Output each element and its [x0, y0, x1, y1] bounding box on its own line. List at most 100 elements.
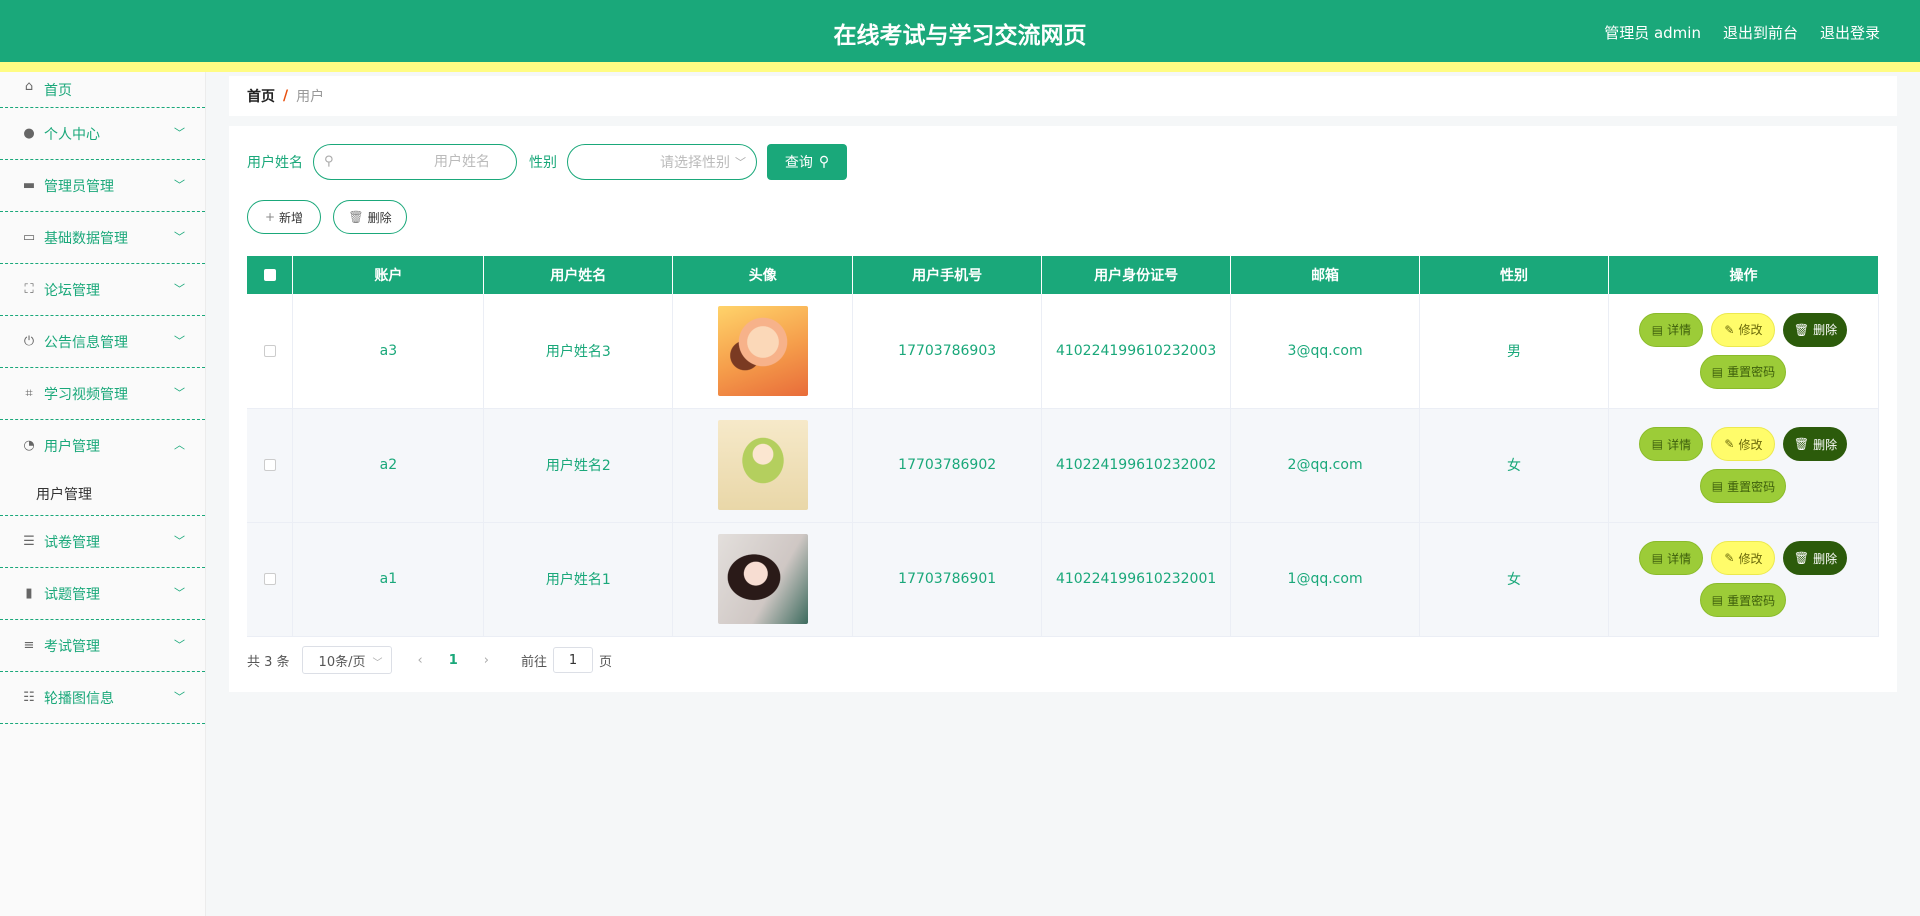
sidebar-item-label: 论坛管理 [44, 282, 100, 299]
header-links: 管理员 admin 退出到前台 退出登录 [1604, 22, 1880, 43]
sidebar-item-home[interactable]: ⌂ 首页 [0, 72, 205, 108]
row-checkbox[interactable] [263, 459, 276, 471]
admin-user-label[interactable]: 管理员 admin [1604, 22, 1701, 43]
delete-button[interactable]: 🗑 删除 [1783, 427, 1848, 461]
next-page-button[interactable]: › [484, 653, 489, 668]
col-phone: 用户手机号 [852, 256, 1043, 294]
chevron-down-icon: ﹀ [174, 689, 185, 703]
gender-select[interactable]: 请选择性别 ﹀ [567, 144, 757, 180]
row-select-cell [247, 294, 294, 409]
row-checkbox[interactable] [263, 573, 276, 585]
sidebar-item-carousel[interactable]: ☷ 轮播图信息 ﹀ [0, 672, 205, 724]
col-gender: 性别 [1419, 256, 1609, 294]
select-all-checkbox[interactable] [263, 269, 276, 281]
sidebar-item-admin-management[interactable]: ▬ 管理员管理 ﹀ [0, 160, 205, 212]
sidebar-item-notice[interactable]: ⏻ 公告信息管理 ﹀ [0, 316, 205, 368]
bar-chart-icon: ▮ [25, 585, 33, 601]
goto-page-input[interactable] [553, 647, 594, 673]
sidebar-item-label: 基础数据管理 [44, 230, 128, 247]
detail-button[interactable]: ▤ 详情 [1639, 541, 1704, 575]
detail-button[interactable]: ▤ 详情 [1639, 427, 1704, 461]
exit-to-front-link[interactable]: 退出到前台 [1723, 22, 1798, 43]
page-size-select[interactable]: 10条/页 ﹀ [301, 646, 392, 674]
edit-label: 修改 [1738, 437, 1763, 452]
user-icon: ● [23, 125, 35, 141]
batch-delete-button[interactable]: 🗑 删除 [333, 200, 407, 234]
avatar[interactable] [717, 305, 808, 396]
sidebar-item-exam[interactable]: ≡ 考试管理 ﹀ [0, 620, 205, 672]
main-card: 用户姓名 ⚲ 性别 请选择性别 ﹀ 查询 ⚲ + 新增 🗑 删除 账户 [229, 126, 1897, 692]
sidebar-item-label: 轮播图信息 [44, 690, 114, 707]
sidebar-item-label: 首页 [44, 83, 72, 99]
sidebar-item-question[interactable]: ▮ 试题管理 ﹀ [0, 568, 205, 620]
avatar-cell [672, 294, 854, 409]
breadcrumb-home[interactable]: 首页 [247, 86, 275, 106]
actions-cell: ▤ 详情 ✎ 修改 🗑 删除 ▤ 重置密码 [1608, 294, 1880, 409]
sidebar-item-personal-center[interactable]: ● 个人中心 ﹀ [0, 108, 205, 160]
gauge-icon: ◔ [23, 438, 35, 453]
chevron-down-icon: ﹀ [174, 177, 185, 191]
goto-label: 前往 [521, 654, 548, 670]
name-search-input[interactable] [314, 145, 516, 179]
avatar[interactable] [717, 534, 808, 624]
delete-button[interactable]: 🗑 删除 [1783, 312, 1848, 347]
chevron-down-icon: ﹀ [174, 533, 185, 547]
plus-icon: + [264, 210, 276, 224]
delete-label: 删除 [1813, 323, 1838, 338]
sliders-icon: ☰ [23, 533, 35, 549]
gender-select-placeholder: 请选择性别 [660, 155, 730, 171]
col-account: 账户 [292, 256, 485, 294]
reset-password-label: 重置密码 [1727, 365, 1776, 380]
edit-button[interactable]: ✎ 修改 [1711, 312, 1776, 347]
submenu-item-user-management[interactable]: 用户管理 [0, 472, 205, 516]
avatar[interactable] [717, 420, 808, 510]
top-header: 在线考试与学习交流网页 管理员 admin 退出到前台 退出登录 [0, 0, 1920, 62]
monitor-icon: ▬ [22, 177, 36, 193]
prev-page-button[interactable]: ‹ [418, 653, 423, 668]
sidebar-item-label: 个人中心 [44, 126, 100, 143]
add-button[interactable]: + 新增 [247, 200, 321, 234]
chevron-down-icon: ﹀ [174, 229, 185, 243]
chevron-up-icon: ︿ [174, 438, 185, 452]
actions-cell: ▤ 详情 ✎ 修改 🗑 删除 ▤ 重置密码 [1608, 408, 1880, 523]
row-checkbox[interactable] [263, 344, 276, 357]
edit-button[interactable]: ✎ 修改 [1711, 541, 1776, 575]
edit-button[interactable]: ✎ 修改 [1711, 427, 1776, 461]
document-icon: ▤ [1711, 364, 1724, 379]
reset-password-label: 重置密码 [1727, 479, 1776, 494]
trash-icon: 🗑 [1793, 437, 1810, 451]
document-icon: ▤ [1651, 551, 1664, 565]
sidebar-item-user-management[interactable]: ◔ 用户管理 ︿ [0, 420, 205, 472]
sidebar-item-label: 公告信息管理 [44, 334, 128, 351]
sidebar-item-base-data[interactable]: ▭ 基础数据管理 ﹀ [0, 212, 205, 264]
account-cell: a3 [292, 294, 485, 409]
col-avatar: 头像 [672, 256, 854, 294]
detail-button[interactable]: ▤ 详情 [1639, 312, 1704, 347]
gender-label: 性别 [529, 155, 557, 171]
pagination: 共 3 条 10条/页 ﹀ ‹ 1 › 前往 页 [247, 646, 612, 674]
delete-button[interactable]: 🗑 删除 [1783, 541, 1848, 575]
name-input-wrapper: ⚲ [313, 144, 517, 180]
query-button[interactable]: 查询 ⚲ [767, 144, 847, 180]
home-icon: ⌂ [24, 79, 34, 94]
reset-password-label: 重置密码 [1727, 593, 1776, 608]
reset-password-button[interactable]: ▤ 重置密码 [1700, 354, 1787, 389]
id-card-cell: 410224199610232001 [1041, 522, 1232, 637]
sidebar-item-forum[interactable]: ⛶ 论坛管理 ﹀ [0, 264, 205, 316]
row-select-cell [247, 408, 294, 523]
search-icon: ⚲ [324, 154, 334, 169]
sidebar-item-video[interactable]: ⌗ 学习视频管理 ﹀ [0, 368, 205, 420]
chevron-down-icon: ﹀ [174, 385, 185, 399]
logout-link[interactable]: 退出登录 [1820, 22, 1880, 43]
edit-label: 修改 [1738, 323, 1763, 338]
menu-icon: ≡ [23, 637, 35, 653]
reset-password-button[interactable]: ▤ 重置密码 [1700, 469, 1787, 503]
sidebar-item-paper[interactable]: ☰ 试卷管理 ﹀ [0, 516, 205, 568]
detail-label: 详情 [1667, 323, 1692, 338]
page-number[interactable]: 1 [449, 653, 458, 668]
reset-password-button[interactable]: ▤ 重置密码 [1700, 583, 1787, 617]
delete-label: 删除 [1813, 551, 1838, 566]
chevron-down-icon: ﹀ [174, 637, 185, 651]
submenu-item-label: 用户管理 [36, 486, 92, 503]
col-actions: 操作 [1608, 256, 1880, 294]
